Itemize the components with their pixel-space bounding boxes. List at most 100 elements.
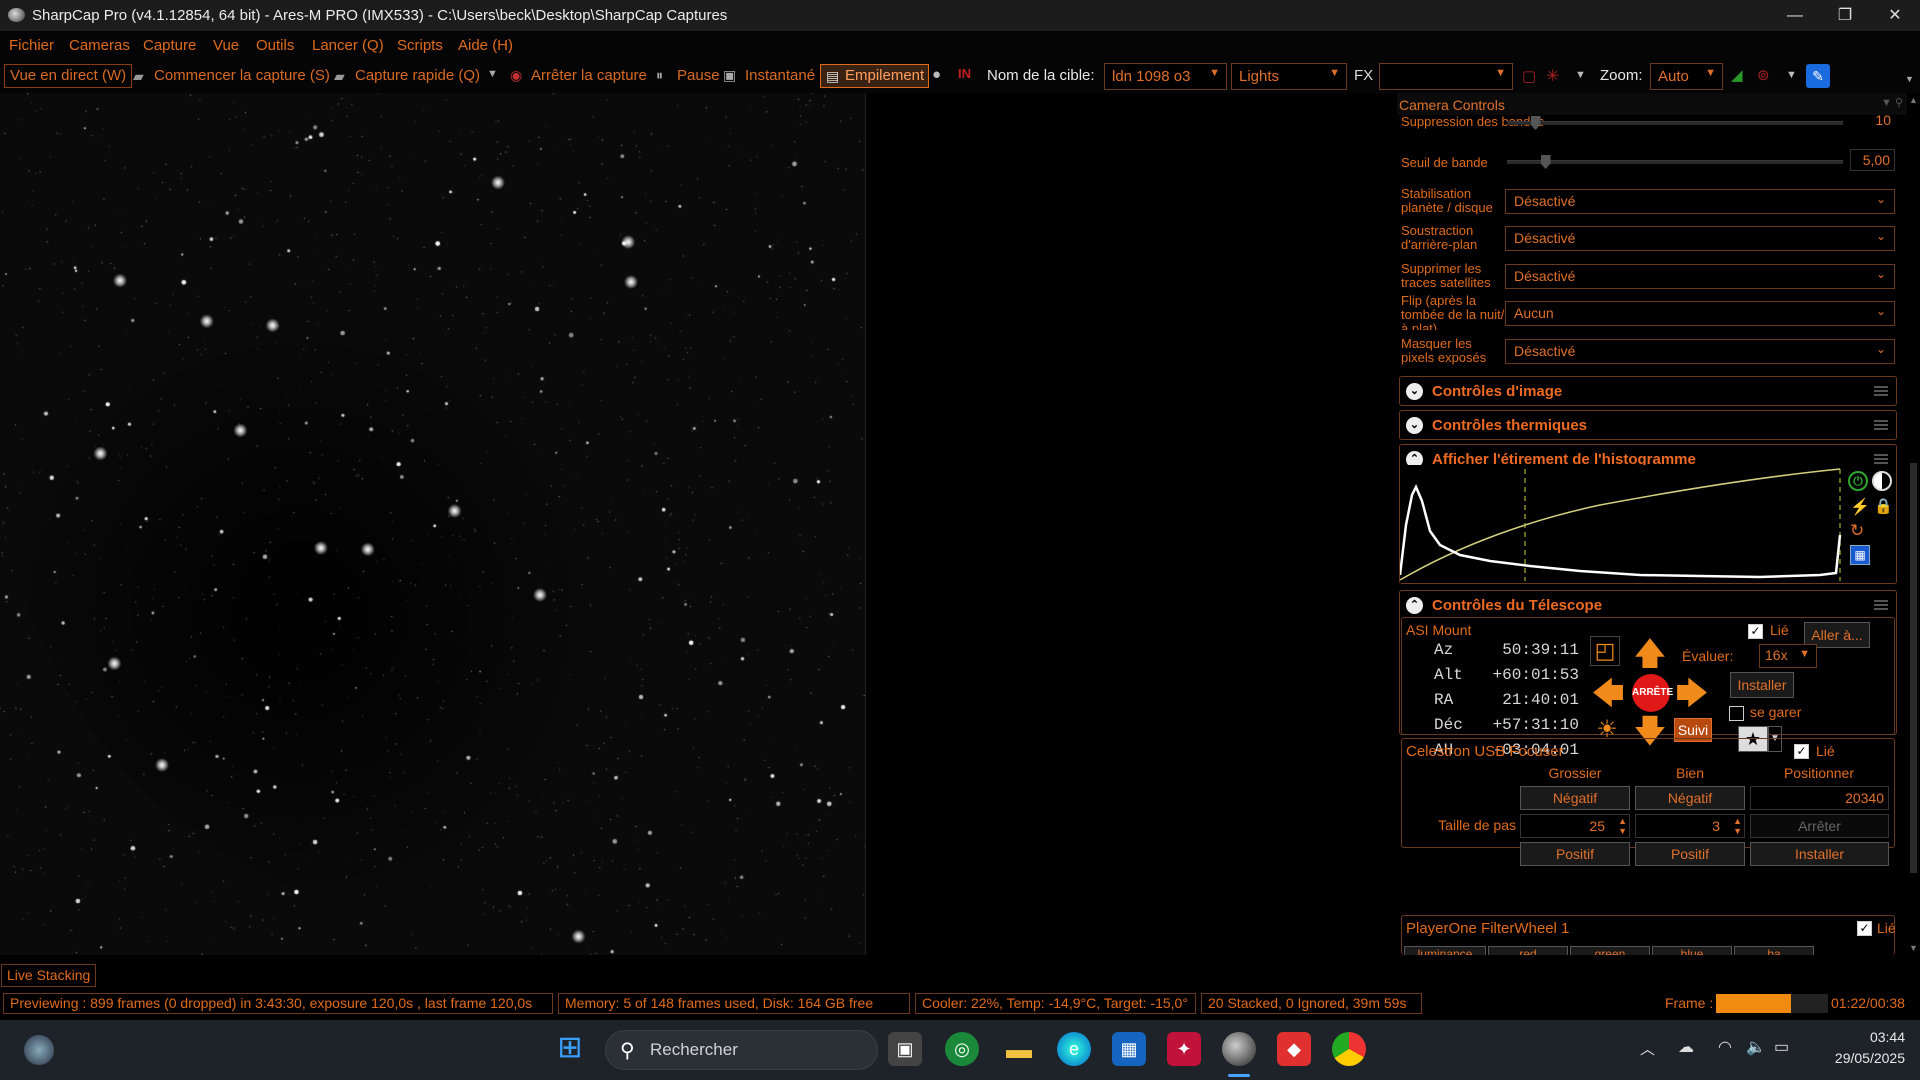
menu-icon[interactable]: [1874, 386, 1888, 396]
save-icon[interactable]: ▦: [1850, 545, 1870, 565]
stop-capture-button[interactable]: Arrêter la capture: [531, 65, 647, 89]
spiral-icon[interactable]: ◰: [1590, 636, 1620, 666]
menu-icon[interactable]: [1874, 600, 1888, 610]
coarse-positive-button[interactable]: Positif: [1520, 842, 1630, 866]
menu-icon[interactable]: [1874, 420, 1888, 430]
store-icon[interactable]: ▦: [1112, 1032, 1146, 1066]
spinner-icon[interactable]: ▲ ▼: [1733, 816, 1742, 836]
coarse-step-input[interactable]: 25 ▲ ▼: [1520, 814, 1630, 838]
scroll-down-icon[interactable]: ▼: [1909, 943, 1918, 953]
park-checkbox[interactable]: [1729, 706, 1744, 721]
panel-scrollbar[interactable]: ▲ ▼: [1907, 93, 1920, 955]
sharpcap-taskbar-icon[interactable]: [1222, 1032, 1256, 1066]
tool-icon[interactable]: ✎: [1806, 64, 1830, 88]
histogram-icon[interactable]: ◢: [1731, 66, 1743, 84]
expand-icon[interactable]: ⌄: [1406, 383, 1423, 400]
chevron-down-icon[interactable]: ▼: [1575, 69, 1586, 81]
power-icon[interactable]: ⏻: [1848, 471, 1868, 491]
mount-install-button[interactable]: Installer: [1730, 672, 1794, 698]
north-arrow-button[interactable]: 🡅: [1632, 636, 1668, 670]
live-image[interactable]: [0, 93, 865, 955]
filterwheel-linked-checkbox[interactable]: ✓: [1857, 921, 1872, 936]
roi-icon[interactable]: ▢: [1522, 67, 1536, 85]
live-stacking-tab[interactable]: Live Stacking: [1, 964, 97, 987]
focuser-linked-checkbox[interactable]: ✓: [1794, 744, 1809, 759]
slider-knob[interactable]: [1540, 155, 1551, 169]
section-thermal-controls[interactable]: ⌄ Contrôles thermiques: [1399, 410, 1897, 440]
chevron-up-icon[interactable]: ︿: [1640, 1038, 1655, 1059]
start-icon[interactable]: ⊞: [553, 1032, 587, 1066]
spinner-icon[interactable]: ▲ ▼: [1618, 816, 1627, 836]
volume-icon[interactable]: 🔈: [1746, 1037, 1766, 1057]
menu-outils[interactable]: Outils: [256, 37, 294, 54]
mount-linked-checkbox[interactable]: ✓: [1748, 624, 1763, 639]
band-threshold-value[interactable]: 5,00: [1850, 149, 1895, 171]
reset-icon[interactable]: ↻: [1850, 521, 1864, 541]
east-arrow-button[interactable]: 🡆: [1674, 676, 1710, 710]
battery-icon[interactable]: ▭: [1774, 1037, 1789, 1057]
menu-icon[interactable]: [1874, 454, 1888, 464]
fx-select[interactable]: ▼: [1379, 63, 1513, 90]
suppression-value[interactable]: 10: [1850, 110, 1895, 132]
target-name-input[interactable]: ldn 1098 o3 ▼: [1104, 63, 1227, 90]
rate-select[interactable]: 16x ▼: [1759, 644, 1817, 668]
frame-type-select[interactable]: Lights ▼: [1231, 63, 1347, 90]
menu-cameras[interactable]: Cameras: [69, 37, 130, 54]
zoom-select[interactable]: Auto ▼: [1650, 63, 1723, 90]
moon-icon[interactable]: ●: [932, 66, 941, 83]
cloud-icon[interactable]: ☁: [1678, 1037, 1694, 1057]
menu-scripts[interactable]: Scripts: [397, 37, 443, 54]
menu-aide[interactable]: Aide (H): [458, 37, 513, 54]
background-subtraction-select[interactable]: Désactivé ⌄: [1505, 226, 1895, 251]
collapse-icon[interactable]: ⌃: [1406, 597, 1423, 614]
weather-icon[interactable]: [24, 1035, 54, 1065]
lock-icon[interactable]: 🔒: [1874, 497, 1893, 515]
scroll-up-icon[interactable]: ▲: [1909, 95, 1918, 105]
file-explorer-icon[interactable]: ▬: [1002, 1032, 1036, 1066]
chrome-icon[interactable]: [1332, 1032, 1366, 1066]
close-button[interactable]: ✕: [1870, 0, 1920, 31]
quick-capture-button[interactable]: Capture rapide (Q): [355, 65, 480, 89]
menu-lancer[interactable]: Lancer (Q): [312, 37, 384, 54]
fine-negative-button[interactable]: Négatif: [1635, 786, 1745, 810]
clock-date[interactable]: 29/05/2025: [1805, 1050, 1905, 1066]
expand-icon[interactable]: ⌄: [1406, 417, 1423, 434]
snapshot-button[interactable]: Instantané: [745, 65, 815, 89]
target-inc-icon[interactable]: IN: [958, 66, 971, 81]
app-red-icon[interactable]: ✦: [1167, 1032, 1201, 1066]
pause-button[interactable]: Pause: [677, 65, 720, 89]
stabilisation-select[interactable]: Désactivé ⌄: [1505, 189, 1895, 214]
anydesk-icon[interactable]: ◆: [1277, 1032, 1311, 1066]
minimize-button[interactable]: —: [1770, 0, 1820, 31]
wifi-icon[interactable]: ◠: [1718, 1037, 1732, 1057]
suppression-slider[interactable]: [1507, 116, 1843, 130]
chevron-down-icon[interactable]: ▼: [1786, 69, 1797, 81]
pin-icon[interactable]: ▼ ⚲: [1881, 96, 1903, 109]
menu-capture[interactable]: Capture: [143, 37, 196, 54]
lightning-icon[interactable]: ⚡: [1850, 497, 1870, 517]
satellite-trails-select[interactable]: Désactivé ⌄: [1505, 264, 1895, 289]
reticle-icon[interactable]: ⊚: [1757, 66, 1770, 84]
clock-time[interactable]: 03:44: [1815, 1029, 1905, 1045]
crosshair-icon[interactable]: ✳: [1546, 66, 1559, 86]
position-input[interactable]: 20340: [1750, 786, 1889, 810]
menu-fichier[interactable]: Fichier: [9, 37, 54, 54]
histogram-graph[interactable]: [1400, 465, 1842, 583]
contrast-icon[interactable]: [1872, 471, 1892, 491]
band-threshold-slider[interactable]: [1507, 155, 1843, 169]
fine-positive-button[interactable]: Positif: [1635, 842, 1745, 866]
west-arrow-button[interactable]: 🡄: [1590, 676, 1626, 710]
fine-step-input[interactable]: 3 ▲ ▼: [1635, 814, 1745, 838]
focuser-stop-button[interactable]: Arrêter: [1750, 814, 1889, 838]
overflow-icon[interactable]: ▼: [1905, 74, 1914, 84]
mask-pixels-select[interactable]: Désactivé ⌄: [1505, 339, 1895, 364]
taskbar-search[interactable]: ⚲ Rechercher: [605, 1030, 878, 1070]
edge-icon[interactable]: e: [1057, 1032, 1091, 1066]
coarse-negative-button[interactable]: Négatif: [1520, 786, 1630, 810]
live-view-button[interactable]: Vue en direct (W): [4, 64, 133, 88]
task-view-icon[interactable]: ▣: [888, 1032, 922, 1066]
restore-button[interactable]: ❐: [1820, 0, 1870, 31]
flip-select[interactable]: Aucun ⌄: [1505, 301, 1895, 326]
focuser-install-button[interactable]: Installer: [1750, 842, 1889, 866]
section-image-controls[interactable]: ⌄ Contrôles d'image: [1399, 376, 1897, 406]
